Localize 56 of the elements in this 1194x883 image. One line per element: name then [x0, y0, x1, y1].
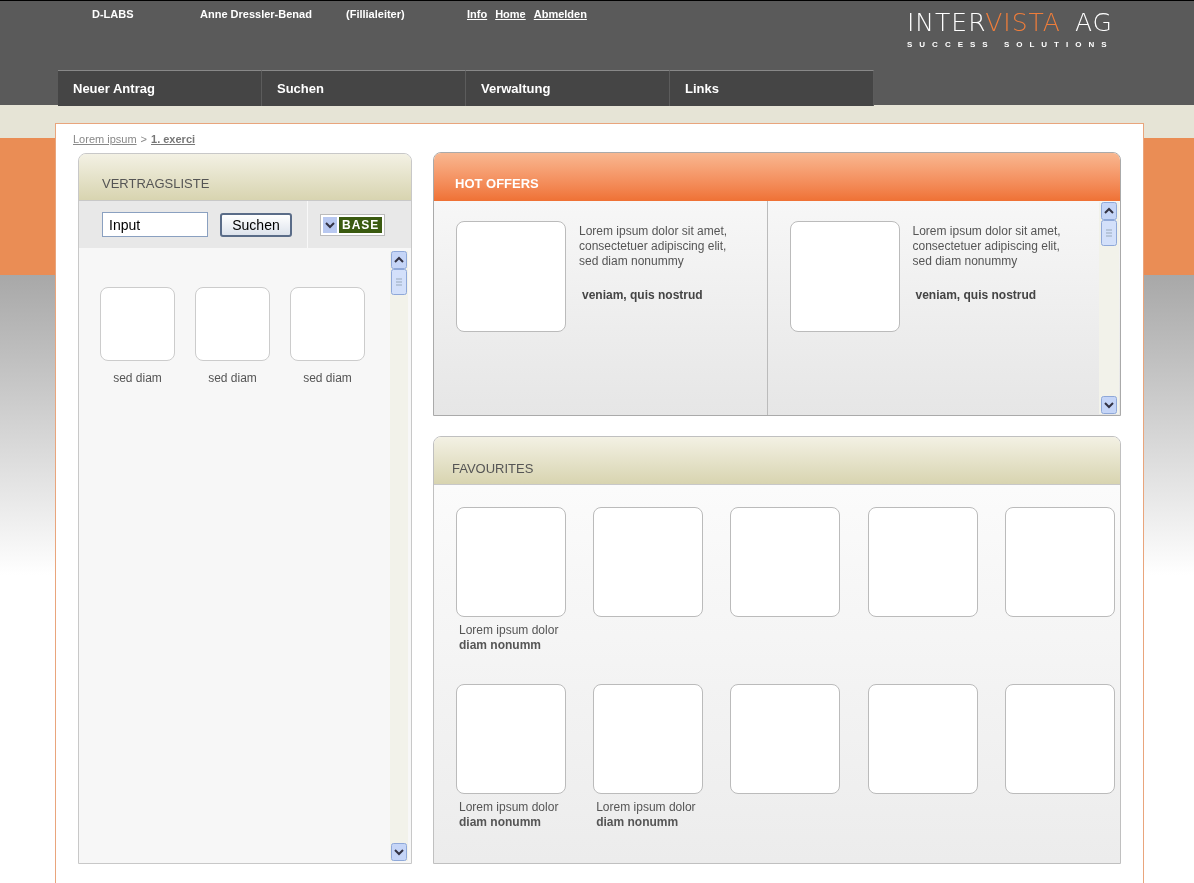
favourite-caption: Lorem ipsum dolor [459, 623, 560, 638]
item-tile[interactable] [195, 287, 270, 361]
header-link[interactable]: Abmelden [533, 6, 587, 23]
nav-tab[interactable]: Links [670, 70, 874, 106]
logo-tagline: SUCCESS SOLUTIONS [907, 39, 1114, 51]
favourite-caption: Lorem ipsum dolor [596, 800, 697, 815]
base-dropdown[interactable]: BASE [320, 213, 386, 236]
favourite-subcaption: diam nonumm [596, 815, 680, 830]
panel-title: VERTRAGSLISTE [79, 154, 411, 201]
favourite-tile[interactable] [1004, 507, 1115, 617]
favourite-subcaption: diam nonumm [459, 638, 542, 653]
offer-description: Lorem ipsum dolor sit amet, consectetuer adipiscing elit, sed diam nonummy [579, 224, 729, 269]
header-link[interactable]: Home [495, 6, 526, 23]
company-name: D-LABS [92, 7, 135, 22]
user-role: (Fillialeiter) [346, 7, 406, 22]
search-field[interactable]: Input [102, 212, 208, 237]
favourite-tile[interactable] [730, 507, 841, 617]
panel-title: FAVOURITES [434, 437, 1120, 485]
search-button[interactable]: Suchen [220, 212, 292, 237]
chevron-down-icon [323, 216, 337, 233]
offer-highlight: veniam, quis nostrud [915, 287, 1038, 304]
breadcrumb-link[interactable]: 1. exerci [151, 131, 196, 148]
user-name: Anne Dressler-Benad [200, 7, 313, 22]
favourite-tile[interactable] [593, 507, 704, 617]
panel-title: HOT OFFERS [434, 153, 1120, 201]
scroll-up-button[interactable] [391, 251, 407, 269]
favourite-tile[interactable] [593, 684, 704, 794]
scroll-down-button[interactable] [391, 843, 407, 861]
item-caption: sed diam [303, 370, 352, 387]
scroll-thumb[interactable] [391, 269, 407, 295]
item-caption: sed diam [113, 370, 162, 387]
scroll-down-button[interactable] [1101, 396, 1117, 414]
breadcrumb-link[interactable]: Lorem ipsum [73, 131, 137, 148]
header-link[interactable]: Info [467, 6, 488, 23]
logo-text: INTERVISTA AG [907, 9, 1114, 37]
item-tile[interactable] [290, 287, 365, 361]
favourite-tile[interactable] [867, 684, 978, 794]
nav-tab[interactable]: Neuer Antrag [58, 70, 262, 106]
nav-tab[interactable]: Verwaltung [466, 70, 670, 106]
scroll-up-button[interactable] [1101, 202, 1117, 220]
offer-tile[interactable] [789, 221, 900, 332]
favourite-tile[interactable] [730, 684, 841, 794]
scroll-thumb[interactable] [1101, 220, 1117, 246]
breadcrumb-separator: > [140, 132, 147, 147]
favourite-tile[interactable] [1004, 684, 1115, 794]
item-caption: sed diam [208, 370, 257, 387]
item-tile[interactable] [100, 287, 175, 361]
favourite-tile[interactable] [456, 507, 566, 617]
favourite-caption: Lorem ipsum dolor [459, 800, 560, 815]
offer-description: Lorem ipsum dolor sit amet, consectetuer adipiscing elit, sed diam nonummy [912, 224, 1062, 269]
favourite-tile[interactable] [867, 507, 978, 617]
favourite-subcaption: diam nonumm [459, 815, 542, 830]
offer-tile[interactable] [456, 221, 566, 332]
favourite-tile[interactable] [456, 684, 566, 794]
nav-tab[interactable]: Suchen [262, 70, 466, 106]
offer-highlight: veniam, quis nostrud [582, 287, 704, 304]
